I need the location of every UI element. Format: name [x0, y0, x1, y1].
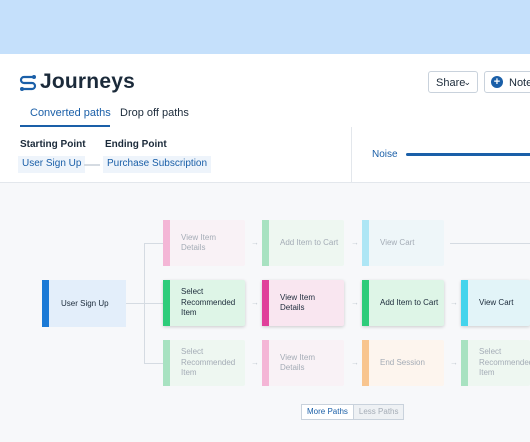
plus-icon: +: [491, 76, 503, 88]
noise-label: Noise: [372, 149, 398, 160]
starting-point-select[interactable]: User Sign Up: [18, 156, 86, 173]
journeys-logo-icon: [19, 75, 37, 91]
arrow-right-icon: →: [351, 298, 359, 307]
journey-node[interactable]: Select Recommended Item: [461, 340, 530, 386]
share-button[interactable]: Share ⌄: [428, 71, 478, 93]
node-color-bar: [262, 220, 269, 266]
node-label: User Sign Up: [61, 299, 109, 308]
page-header: Journeys Share ⌄ + Notebook Converted pa…: [0, 54, 530, 128]
node-label: End Session: [380, 357, 425, 367]
node-color-bar: [262, 280, 269, 326]
notebook-label: Notebook: [509, 77, 530, 89]
journey-node[interactable]: Add Item to Cart: [362, 280, 444, 326]
filters-bar: Starting Point User Sign Up Ending Point…: [0, 127, 530, 183]
journey-node[interactable]: Add Item to Cart: [262, 220, 344, 266]
arrow-right-icon: →: [351, 358, 359, 367]
notebook-button[interactable]: + Notebook: [484, 71, 530, 93]
chevron-down-icon: ⌄: [463, 77, 471, 87]
node-color-bar: [163, 340, 170, 386]
journey-node[interactable]: Select Recommended Item: [163, 340, 245, 386]
journey-node[interactable]: End Session: [362, 340, 444, 386]
noise-slider[interactable]: [406, 153, 530, 156]
node-color-bar: [163, 220, 170, 266]
node-color-bar: [163, 280, 170, 326]
arrow-right-icon: →: [251, 238, 259, 247]
node-label: View Item Details: [181, 232, 216, 253]
tab-drop-off-paths[interactable]: Drop off paths: [120, 107, 189, 119]
arrow-right-icon: →: [251, 298, 259, 307]
journey-node[interactable]: View Item Details: [262, 340, 344, 386]
journey-node[interactable]: Select Recommended Item: [163, 280, 245, 326]
arrow-right-icon: →: [251, 358, 259, 367]
ending-point-select[interactable]: Purchase Subscription: [103, 156, 212, 173]
ending-point-label: Ending Point: [105, 139, 167, 150]
starting-point-label: Starting Point: [20, 139, 86, 150]
node-label: View Item Details: [280, 292, 315, 313]
connector: [144, 363, 163, 364]
node-color-bar: [262, 340, 269, 386]
top-banner: [0, 0, 530, 54]
connector: [144, 243, 163, 244]
start-node[interactable]: User Sign Up: [42, 280, 126, 327]
arrow-right-icon: →: [450, 298, 458, 307]
journey-node[interactable]: View Item Details: [262, 280, 344, 326]
node-color-bar: [362, 340, 369, 386]
page-title: Journeys: [40, 70, 135, 93]
journey-node[interactable]: View Cart: [362, 220, 444, 266]
node-label: Add Item to Cart: [280, 237, 339, 247]
node-label: Add Item to Cart: [380, 297, 439, 307]
filter-connector: [84, 164, 100, 166]
node-color-bar: [362, 280, 369, 326]
journey-node[interactable]: View Item Details: [163, 220, 245, 266]
paths-toggle: More Paths Less Paths: [301, 404, 405, 420]
node-color-bar: [42, 280, 49, 327]
node-color-bar: [461, 340, 468, 386]
node-label: View Cart: [479, 297, 514, 307]
more-paths-button[interactable]: More Paths: [302, 405, 354, 419]
less-paths-button[interactable]: Less Paths: [353, 405, 404, 419]
node-label: View Item Details: [280, 352, 315, 373]
connector: [450, 243, 530, 244]
node-label: Select Recommended Item: [479, 347, 530, 378]
tab-converted-paths[interactable]: Converted paths: [30, 107, 111, 119]
node-color-bar: [461, 280, 468, 326]
share-label: Share: [436, 77, 466, 89]
journey-node[interactable]: View Cart: [461, 280, 530, 326]
node-label: Select Recommended Item: [181, 287, 236, 318]
connector: [144, 303, 163, 304]
node-label: View Cart: [380, 237, 415, 247]
node-color-bar: [362, 220, 369, 266]
filter-divider: [351, 127, 352, 182]
arrow-right-icon: →: [351, 238, 359, 247]
arrow-right-icon: →: [450, 358, 458, 367]
connector: [126, 303, 144, 304]
node-label: Select Recommended Item: [181, 347, 236, 378]
